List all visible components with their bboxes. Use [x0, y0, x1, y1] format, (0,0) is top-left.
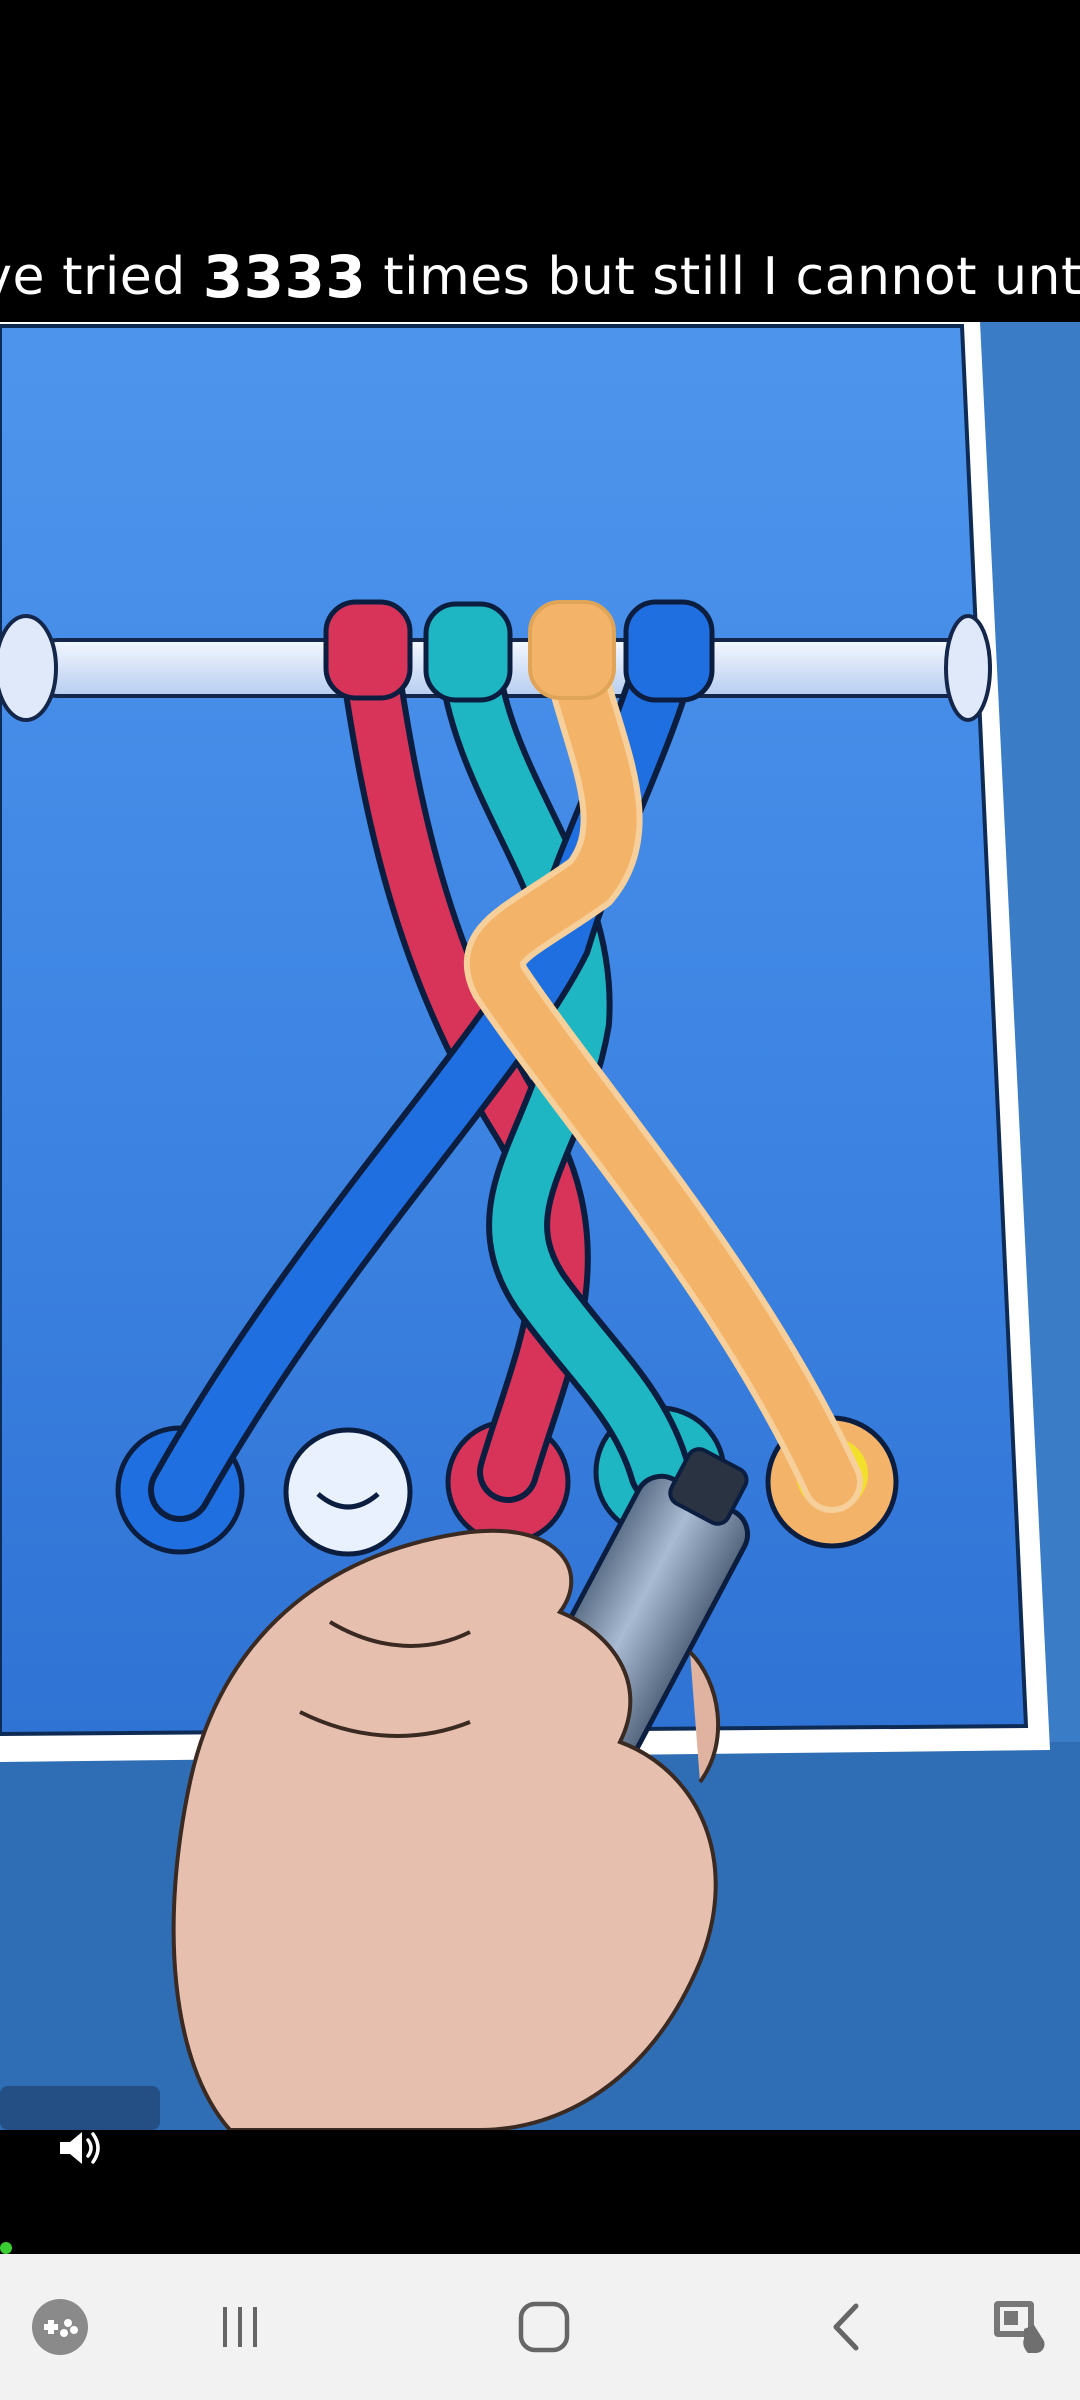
speaker-volume-icon — [60, 2132, 100, 2164]
caption-suffix: times but still I cannot untie — [366, 247, 1080, 307]
recent-apps-button[interactable] — [180, 2254, 300, 2400]
home-button[interactable] — [484, 2254, 604, 2400]
game-launcher-button[interactable] — [0, 2254, 120, 2400]
back-button[interactable] — [786, 2254, 906, 2400]
screen-capture-icon — [994, 2301, 1045, 2353]
system-navigation-bar — [0, 2254, 1080, 2400]
screen: I've tried 3333 times but still I cannot… — [0, 0, 1080, 2400]
home-icon — [518, 2301, 570, 2353]
video-caption: I've tried 3333 times but still I cannot… — [0, 232, 1080, 322]
recent-apps-icon — [223, 2307, 257, 2347]
screen-capture-button[interactable] — [960, 2254, 1080, 2400]
caption-prefix: I've tried — [0, 247, 186, 307]
game-controller-icon — [32, 2299, 88, 2355]
caption-count: 3333 — [202, 243, 367, 311]
volume-button[interactable] — [48, 2120, 114, 2176]
video-frame[interactable] — [0, 322, 1080, 2130]
video-scene — [0, 322, 1080, 2130]
back-chevron-icon — [833, 2303, 859, 2351]
video-progress-indicator[interactable] — [0, 2242, 12, 2254]
